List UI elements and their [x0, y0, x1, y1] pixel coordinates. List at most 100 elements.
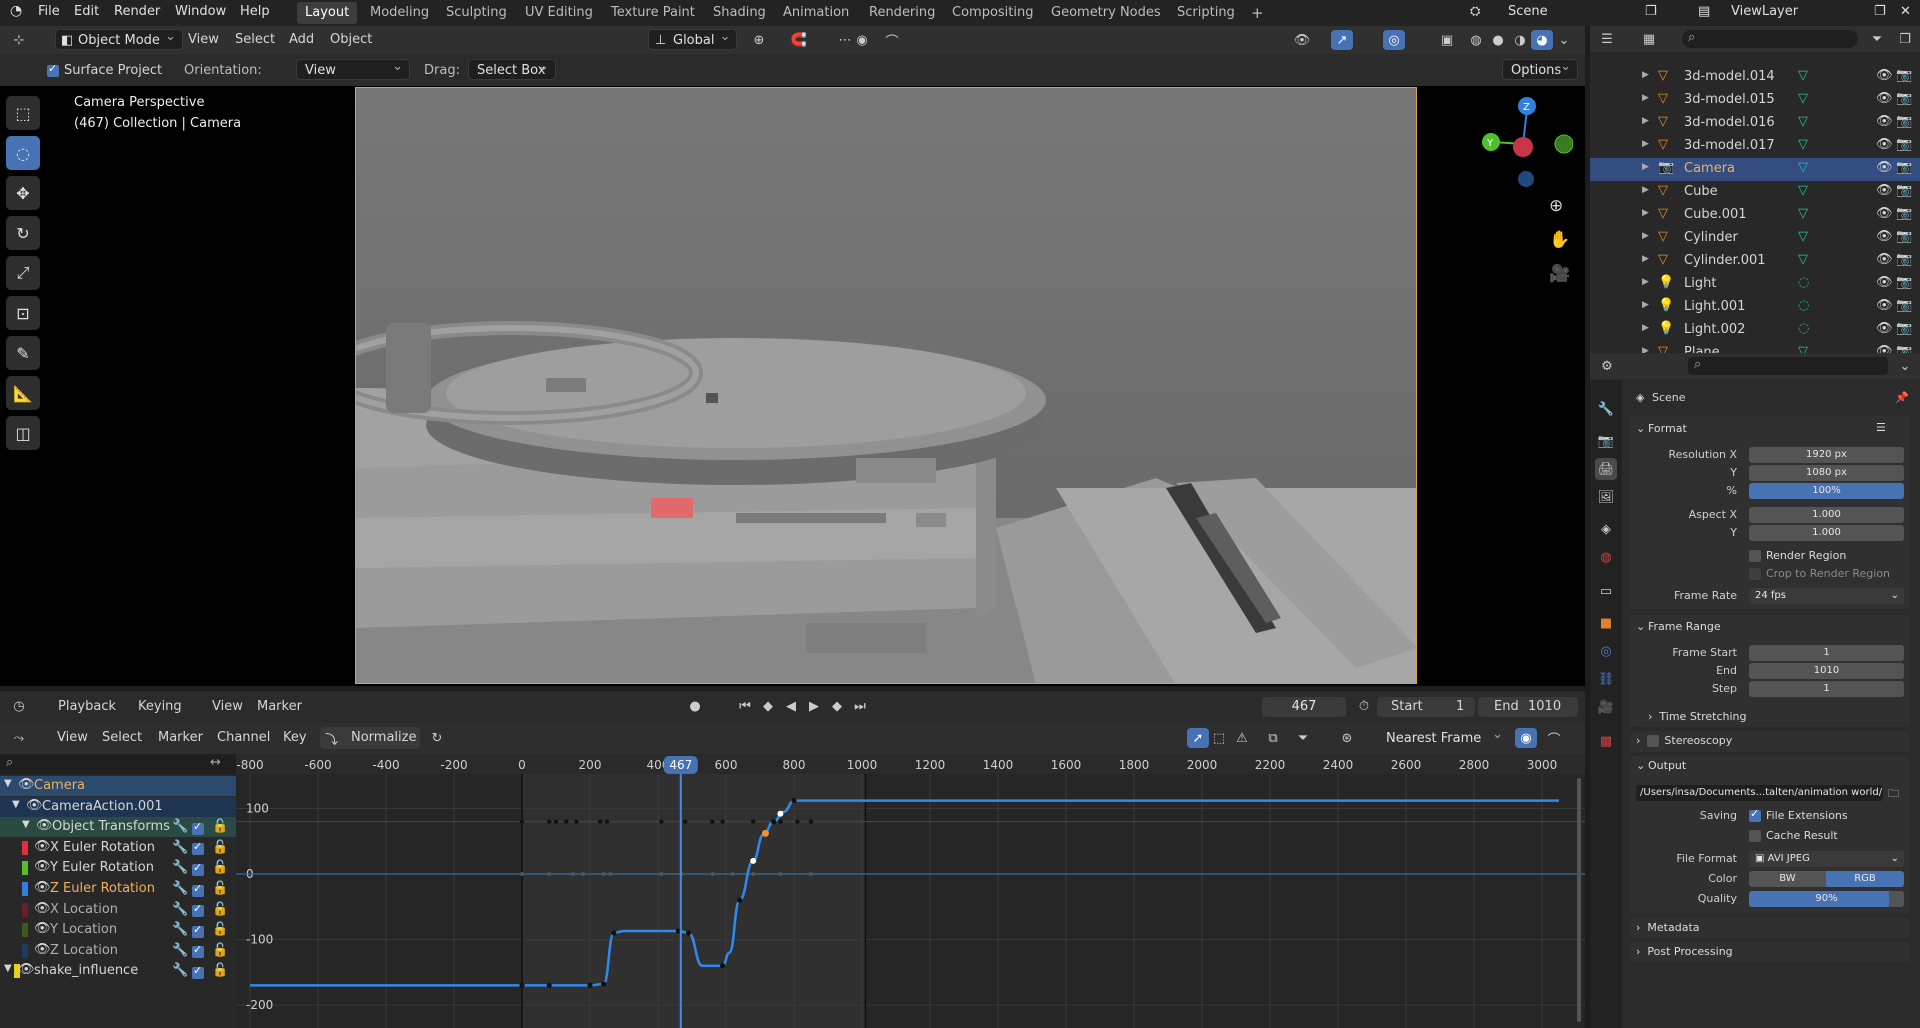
workspace-tab-modeling[interactable]: Modeling — [362, 2, 437, 24]
normalize-toggle[interactable]: ⤵ Normalize — [320, 727, 420, 749]
channel-row[interactable]: ▼ 👁 Camera — [0, 776, 236, 796]
vertical-scrollbar[interactable] — [1577, 778, 1581, 1022]
keyframe-point[interactable] — [581, 872, 586, 876]
eye-icon[interactable]: 👁 — [18, 777, 35, 792]
scene-tab-icon[interactable]: ◈ — [1595, 518, 1617, 540]
outliner-item[interactable]: ▶ ▽ 3d-model.016 ▽ 👁 📷 — [1590, 112, 1920, 135]
proportional-falloff-icon[interactable]: ⌒ — [881, 30, 903, 50]
keyframe-point[interactable] — [608, 872, 613, 876]
channel-row[interactable]: ▼ 👁 CameraAction.001 — [0, 796, 236, 817]
jump-next-keyframe-icon[interactable]: ◆ — [826, 696, 848, 716]
keyframe-point[interactable] — [808, 819, 814, 824]
lock-icon[interactable]: 🔓 — [212, 902, 228, 917]
keyframe-point[interactable] — [547, 819, 552, 824]
viewport-menu-select[interactable]: Select — [235, 32, 275, 47]
eye-icon[interactable]: 👁 — [34, 901, 51, 916]
scene-copy-icon[interactable]: ❐ — [1645, 4, 1657, 19]
keyframe-point[interactable] — [683, 819, 688, 824]
pin-icon[interactable]: 📌 — [1895, 391, 1909, 404]
keyframe-point[interactable] — [553, 819, 559, 824]
graph-menu-channel[interactable]: Channel — [217, 730, 270, 745]
menu-file[interactable]: File — [38, 4, 60, 19]
keyframe-point[interactable] — [710, 872, 715, 876]
drag-dropdown[interactable]: Select Box — [468, 56, 556, 80]
wrench-icon[interactable]: 🔧 — [172, 943, 188, 958]
timeline-editor-type-icon[interactable]: ◷ — [8, 696, 30, 716]
expand-arrow-icon[interactable]: ▶ — [1642, 162, 1649, 172]
pivot-point-icon[interactable]: ⊕ — [748, 30, 770, 50]
lock-icon[interactable]: 🔓 — [212, 963, 228, 978]
folder-icon[interactable]: 🗀 — [1888, 785, 1899, 804]
view-layer-remove-icon[interactable]: ✕ — [1900, 4, 1911, 19]
eye-icon[interactable]: 👁 — [1876, 298, 1893, 313]
outliner-search-input[interactable]: ⌕ — [1682, 30, 1858, 48]
add-cube-tool-icon[interactable]: ◫ — [6, 416, 40, 450]
scene-selector-icon[interactable]: ⛭ — [1470, 4, 1480, 19]
keyframe-point[interactable] — [771, 819, 777, 825]
keyframe-point[interactable] — [659, 819, 664, 824]
play-reverse-icon[interactable]: ◀ — [780, 696, 802, 716]
keyframe-point[interactable] — [601, 872, 606, 876]
cursor-tool-icon[interactable]: ◌ — [6, 136, 40, 170]
workspace-tab-geometry-nodes[interactable]: Geometry Nodes — [1043, 2, 1169, 24]
format-panel-title[interactable]: Format — [1648, 422, 1687, 435]
expand-arrow-icon[interactable]: ▶ — [1642, 277, 1649, 287]
render-region-checkbox[interactable]: Render Region — [1749, 549, 1846, 562]
keyframe-point[interactable] — [720, 819, 725, 824]
aspect-x-field[interactable]: 1.000 — [1749, 507, 1904, 523]
keyframe-point[interactable] — [571, 872, 575, 876]
graph-menu-marker[interactable]: Marker — [158, 730, 203, 745]
cache-result-checkbox[interactable]: Cache Result — [1749, 829, 1838, 842]
object-tab-icon[interactable]: ■ — [1595, 612, 1617, 634]
jump-end-icon[interactable]: ⏭ — [849, 696, 871, 716]
workspace-tab-animation[interactable]: Animation — [775, 2, 857, 24]
auto-normalize-icon[interactable]: ↻ — [426, 728, 448, 748]
options-dropdown[interactable]: Options — [1502, 56, 1578, 80]
timeline-menu-marker[interactable]: Marker — [257, 699, 302, 714]
shading-options-icon[interactable]: ⌄ — [1553, 30, 1575, 50]
outliner-item[interactable]: ▶ 💡 Light ◌ 👁 📷 — [1590, 273, 1920, 296]
frame-rate-dropdown[interactable]: 24 fps ⌄ — [1749, 588, 1904, 604]
end-frame-field[interactable]: End 1010 — [1478, 697, 1578, 717]
solid-shading-icon[interactable]: ● — [1487, 30, 1509, 50]
blender-logo-icon[interactable]: ◔ — [10, 3, 22, 19]
mode-dropdown[interactable]: ◧ Object Mode — [55, 26, 183, 50]
xray-toggle-icon[interactable]: ▣ — [1436, 30, 1458, 50]
expand-arrow-icon[interactable]: ▼ — [12, 799, 20, 810]
outliner-filter-icon[interactable]: ⏷ — [1866, 29, 1888, 49]
measure-tool-icon[interactable]: 📐 — [6, 376, 40, 410]
graph-menu-view[interactable]: View — [57, 730, 88, 745]
keyframe-point[interactable] — [659, 872, 664, 876]
outliner-item[interactable]: ▶ ▽ Cube ▽ 👁 📷 — [1590, 181, 1920, 204]
output-panel-title[interactable]: Output — [1648, 759, 1686, 772]
frame-ruler[interactable] — [236, 754, 1585, 774]
annotate-tool-icon[interactable]: ✎ — [6, 336, 40, 370]
start-frame-field[interactable]: Start 1 — [1377, 697, 1475, 717]
tool-tab-icon[interactable]: 🔧 — [1595, 398, 1617, 420]
keyframe-point[interactable] — [519, 982, 525, 988]
wireframe-shading-icon[interactable]: ◍ — [1465, 30, 1487, 50]
outliner-item[interactable]: ▶ ▽ Cube.001 ▽ 👁 📷 — [1590, 204, 1920, 227]
expand-arrow-icon[interactable]: ▼ — [22, 819, 30, 830]
select-tool-icon[interactable]: ⬚ — [6, 96, 40, 130]
material-preview-icon[interactable]: ◑ — [1509, 30, 1531, 50]
pan-hand-icon[interactable]: ✋ — [1549, 230, 1570, 250]
keyframe-point[interactable] — [710, 819, 715, 824]
expand-arrow-icon[interactable]: ▶ — [1642, 70, 1649, 80]
render-camera-icon[interactable]: 📷 — [1896, 114, 1912, 129]
wrench-icon[interactable]: 🔧 — [172, 902, 188, 917]
frame-end-field[interactable]: 1010 — [1749, 663, 1904, 679]
view-layer-tab-icon[interactable]: 🖼 — [1595, 486, 1617, 508]
proportional-edit-icon[interactable]: ◉ — [1515, 728, 1537, 748]
keyframe-point[interactable] — [795, 819, 800, 824]
keyframe-point[interactable] — [520, 872, 524, 876]
record-toggle-icon[interactable]: ● — [684, 696, 706, 716]
channel-row[interactable]: 👁X Euler Rotation 🔧 🔓 — [0, 837, 236, 858]
overlay-toggle-icon[interactable]: ◎ — [1383, 30, 1405, 50]
keyframe-handle[interactable] — [777, 810, 784, 817]
channel-row[interactable]: 👁Y Euler Rotation 🔧 🔓 — [0, 858, 236, 879]
workspace-tab-layout[interactable]: Layout — [297, 2, 358, 24]
show-hidden-icon[interactable]: ⬚ — [1208, 728, 1230, 748]
quality-slider[interactable]: 90% — [1749, 891, 1904, 907]
falloff-icon[interactable]: ⌒ — [1543, 728, 1565, 748]
